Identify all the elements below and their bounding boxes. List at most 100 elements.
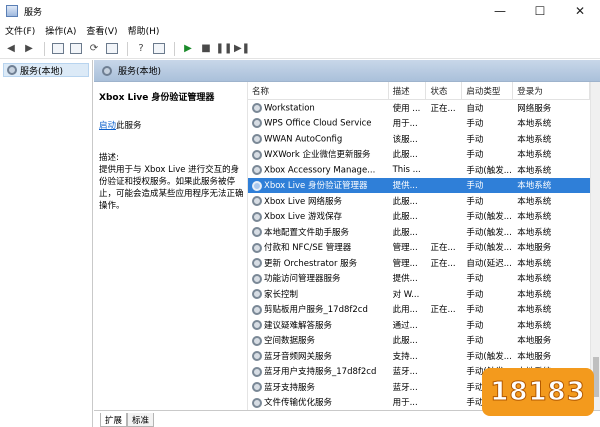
service-name: 建议疑难解答服务	[248, 319, 389, 331]
service-startup-type: 手动	[466, 150, 484, 161]
service-name: Workstation	[248, 102, 389, 113]
service-name-text: 付款和 NFC/SE 管理器	[264, 243, 352, 254]
service-status: 正在...	[430, 305, 456, 316]
start-icon[interactable]: ▶	[180, 41, 196, 57]
services-app-icon	[6, 5, 18, 17]
service-name-text: 功能访问管理器服务	[264, 274, 341, 285]
gear-icon	[252, 366, 262, 377]
table-row[interactable]: Workstation 使用 ... 正在... 自动 网络服务	[248, 100, 590, 116]
service-description: 通过...	[392, 320, 418, 331]
toolbar-separator	[44, 41, 45, 56]
tab-extended[interactable]: 扩展	[100, 413, 128, 427]
service-description: 该服...	[392, 134, 418, 145]
service-log-on-as: 本地系统	[517, 212, 552, 223]
service-description: 提供...	[392, 181, 418, 192]
service-startup-type: 自动(延迟...	[466, 258, 512, 269]
start-service-suffix: 此服务	[116, 121, 142, 131]
service-log-on-as: 本地系统	[517, 320, 552, 331]
stop-icon[interactable]: ■	[198, 41, 214, 57]
table-row[interactable]: 蓝牙音频网关服务 支持... 手动(触发... 本地服务	[248, 348, 590, 364]
column-header-log-on-as[interactable]: 登录为	[513, 82, 590, 99]
toolbar-separator	[127, 41, 128, 56]
menu-help[interactable]: 帮助(H)	[123, 24, 165, 37]
service-name-text: Xbox Live 游戏保存	[264, 212, 342, 223]
service-description: This ...	[392, 164, 421, 175]
table-row[interactable]: 建议疑难解答服务 通过... 手动 本地系统	[248, 317, 590, 333]
menu-view[interactable]: 查看(V)	[81, 24, 122, 37]
vertical-scrollbar[interactable]	[590, 82, 600, 410]
service-name: 家长控制	[248, 288, 389, 300]
gear-icon	[102, 65, 112, 76]
service-name-text: WPS Office Cloud Service	[264, 118, 372, 129]
menu-file[interactable]: 文件(F)	[0, 24, 40, 37]
close-button[interactable]: ✕	[560, 0, 600, 22]
table-row[interactable]: 家长控制 对 W... 手动 本地系统	[248, 286, 590, 302]
table-row[interactable]: 本地配置文件助手服务 此服... 手动(触发... 本地系统	[248, 224, 590, 240]
service-log-on-as: 本地系统	[517, 258, 552, 269]
service-description: 此服...	[392, 336, 418, 347]
service-name: 蓝牙音频网关服务	[248, 350, 389, 362]
table-row[interactable]: WXWork 企业微信更新服务 此服... 手动 本地系统	[248, 147, 590, 163]
table-row[interactable]: 功能访问管理器服务 提供... 手动 本地系统	[248, 271, 590, 287]
maximize-button[interactable]: ☐	[520, 0, 560, 22]
service-startup-type: 手动	[466, 336, 484, 347]
service-startup-type: 手动(触发...	[466, 227, 512, 238]
service-log-on-as: 本地系统	[517, 305, 552, 316]
export-list-icon[interactable]	[104, 41, 120, 57]
service-startup-type: 手动(触发...	[466, 165, 512, 176]
table-row[interactable]: WWAN AutoConfig 该服... 手动 本地系统	[248, 131, 590, 147]
tab-standard[interactable]: 标准	[127, 413, 155, 427]
minimize-button[interactable]: —	[480, 0, 520, 22]
service-name: 更新 Orchestrator 服务	[248, 257, 389, 269]
service-startup-type: 手动	[466, 119, 484, 130]
properties-icon[interactable]	[68, 41, 84, 57]
service-description: 此服...	[392, 150, 418, 161]
tree-item-label: 服务(本地)	[20, 66, 64, 77]
restart-icon[interactable]: ▶❚	[234, 41, 250, 57]
gear-icon	[252, 273, 262, 284]
column-header-startup-type[interactable]: 启动类型	[462, 82, 514, 99]
refresh-icon[interactable]: ⟳	[86, 41, 102, 57]
table-row[interactable]: 空间数据服务 此服... 手动 本地服务	[248, 333, 590, 349]
service-name: WPS Office Cloud Service	[248, 118, 389, 129]
service-log-on-as: 本地系统	[517, 165, 552, 176]
service-name: 功能访问管理器服务	[248, 272, 389, 284]
column-header-status[interactable]: 状态	[426, 82, 463, 99]
column-header-description[interactable]: 描述	[389, 82, 427, 99]
column-header-name[interactable]: 名称	[248, 82, 389, 99]
table-row[interactable]: Xbox Live 游戏保存 此服... 手动(触发... 本地系统	[248, 209, 590, 225]
service-name: Xbox Live 游戏保存	[248, 210, 389, 222]
pause-icon[interactable]: ❚❚	[216, 41, 233, 57]
service-description: 用于...	[392, 398, 418, 409]
service-name: 蓝牙支持服务	[248, 381, 389, 393]
service-name-text: Workstation	[264, 103, 315, 113]
service-name: 剪贴板用户服务_17d8f2cd	[248, 303, 389, 315]
table-row[interactable]: 付款和 NFC/SE 管理器 管理... 正在... 手动(触发... 本地服务	[248, 240, 590, 256]
service-log-on-as: 本地系统	[517, 196, 552, 207]
tree-item-services-local[interactable]: 服务(本地)	[3, 63, 89, 77]
gear-icon	[252, 227, 262, 238]
service-description: 提供...	[392, 274, 418, 285]
forward-arrow-icon[interactable]: ▶	[21, 41, 37, 57]
table-row[interactable]: WPS Office Cloud Service 用于... 手动 本地系统	[248, 116, 590, 132]
gear-icon	[252, 289, 262, 300]
table-row[interactable]: 剪贴板用户服务_17d8f2cd 此用... 正在... 手动 本地系统	[248, 302, 590, 318]
gear-icon	[252, 351, 262, 362]
main-header: 服务(本地)	[94, 60, 600, 82]
service-startup-type: 手动(触发...	[466, 243, 512, 254]
service-startup-type: 手动	[466, 196, 484, 207]
service-startup-type: 手动(触发...	[466, 351, 512, 362]
console-tree-icon[interactable]	[50, 41, 66, 57]
table-row[interactable]: 更新 Orchestrator 服务 管理... 正在... 自动(延迟... 本地系统	[248, 255, 590, 271]
help-icon[interactable]: ?	[133, 41, 149, 57]
menu-action[interactable]: 操作(A)	[40, 24, 81, 37]
table-row[interactable]: Xbox Live 身份验证管理器 提供... 手动 本地系统	[248, 177, 590, 193]
table-row[interactable]: Xbox Live 网络服务 此服... 手动 本地系统	[248, 193, 590, 209]
back-arrow-icon[interactable]: ◀	[3, 41, 19, 57]
table-row[interactable]: Xbox Accessory Manage... This ... 手动(触发...…	[248, 162, 590, 178]
show-hide-icon[interactable]	[151, 41, 167, 57]
start-service-link[interactable]: 启动	[99, 121, 116, 131]
service-name-text: WWAN AutoConfig	[264, 134, 343, 144]
service-name-text: 更新 Orchestrator 服务	[264, 258, 358, 269]
service-description: 此服...	[392, 196, 418, 207]
